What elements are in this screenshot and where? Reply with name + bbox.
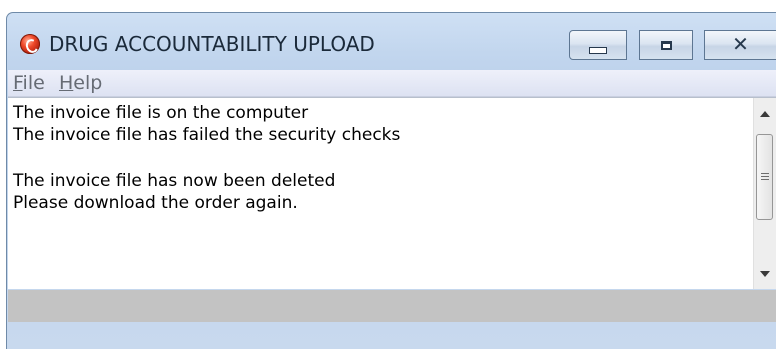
app-logo-icon[interactable] <box>20 34 40 54</box>
window-title: DRUG ACCOUNTABILITY UPLOAD <box>49 32 375 56</box>
menu-help-mnemonic: H <box>59 72 74 94</box>
menu-help[interactable]: Help <box>59 72 102 94</box>
menu-help-label: elp <box>73 72 103 94</box>
maximize-icon <box>660 40 672 50</box>
grip-line <box>761 173 769 174</box>
scroll-down-arrow-icon[interactable] <box>760 271 770 277</box>
scroll-up-arrow-icon[interactable] <box>760 111 770 117</box>
grip-line <box>761 179 769 180</box>
menu-bar: File Help <box>8 70 776 97</box>
vertical-scrollbar[interactable] <box>753 98 776 289</box>
message-line: The invoice file is on the computer <box>13 103 309 123</box>
status-bar-edge <box>8 290 26 322</box>
minimize-button[interactable] <box>569 30 627 60</box>
minimize-icon <box>589 46 607 54</box>
scroll-thumb[interactable] <box>756 134 773 220</box>
menu-file[interactable]: File <box>13 72 45 94</box>
status-bar <box>26 290 776 322</box>
close-icon: ✕ <box>732 32 749 56</box>
menu-file-mnemonic: F <box>13 72 23 94</box>
message-area[interactable]: The invoice file is on the computer The … <box>8 97 776 289</box>
grip-line <box>761 176 769 177</box>
menu-file-label: ile <box>22 72 45 94</box>
message-line: The invoice file has now been deleted <box>13 171 336 191</box>
maximize-button[interactable] <box>639 30 693 60</box>
message-line: The invoice file has failed the security… <box>13 125 401 145</box>
message-line: Please download the order again. <box>13 193 298 213</box>
close-button[interactable]: ✕ <box>704 30 776 60</box>
